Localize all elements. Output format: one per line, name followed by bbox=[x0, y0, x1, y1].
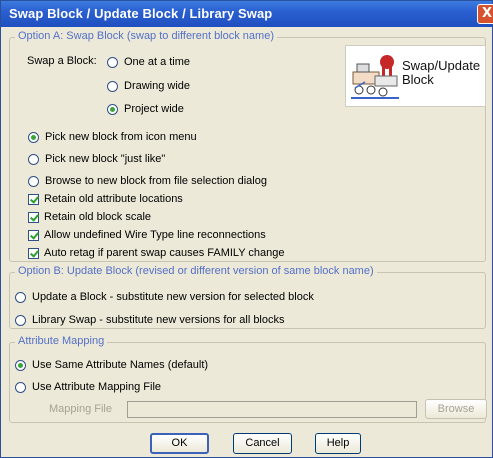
attribute-mapping-legend: Attribute Mapping bbox=[15, 335, 108, 347]
radio-button[interactable] bbox=[15, 381, 26, 393]
radio-drawing-wide[interactable]: Drawing wide bbox=[107, 80, 190, 92]
checkbox-label: Retain old block scale bbox=[44, 211, 152, 223]
radio-label: Project wide bbox=[124, 103, 184, 115]
checkbox-label: Allow undefined Wire Type line reconnect… bbox=[44, 229, 266, 241]
radio-label: Use Attribute Mapping File bbox=[32, 381, 162, 393]
dialog-window: Swap Block / Update Block / Library Swap… bbox=[0, 0, 493, 458]
radio-label: Browse to new block from file selection … bbox=[45, 175, 267, 187]
radio-label: One at a time bbox=[124, 56, 191, 68]
checkbox-label: Retain old attribute locations bbox=[44, 193, 183, 205]
swap-a-block-label: Swap a Block: bbox=[27, 55, 97, 67]
radio-pick-from-icon-menu[interactable]: Pick new block from icon menu bbox=[28, 131, 197, 143]
checkbox-label: Auto retag if parent swap causes FAMILY … bbox=[44, 247, 285, 259]
radio-button[interactable] bbox=[107, 56, 118, 68]
radio-button[interactable] bbox=[28, 153, 39, 165]
radio-button[interactable] bbox=[107, 80, 118, 92]
checkbox-allow-undefined-wire-type[interactable]: Allow undefined Wire Type line reconnect… bbox=[28, 229, 266, 241]
radio-browse-to-block[interactable]: Browse to new block from file selection … bbox=[28, 175, 267, 187]
checkbox[interactable] bbox=[28, 247, 39, 259]
checkbox[interactable] bbox=[28, 211, 39, 223]
radio-label: Use Same Attribute Names (default) bbox=[32, 359, 209, 371]
radio-button[interactable] bbox=[107, 103, 118, 115]
browse-button[interactable]: Browse bbox=[425, 399, 487, 419]
radio-button[interactable] bbox=[15, 359, 26, 371]
help-button[interactable]: Help bbox=[315, 433, 361, 454]
checkbox-retain-attribute-locations[interactable]: Retain old attribute locations bbox=[28, 193, 183, 205]
mapping-file-label: Mapping File bbox=[49, 403, 112, 415]
title-bar[interactable]: Swap Block / Update Block / Library Swap… bbox=[1, 1, 493, 27]
checkbox[interactable] bbox=[28, 229, 39, 241]
checkbox-retain-block-scale[interactable]: Retain old block scale bbox=[28, 211, 151, 223]
radio-one-at-a-time[interactable]: One at a time bbox=[107, 56, 190, 68]
radio-label: Pick new block "just like" bbox=[45, 153, 166, 165]
icon-caption: Swap/Update Block bbox=[402, 59, 480, 87]
swap-block-icon: Swap/Update Block bbox=[345, 45, 486, 107]
radio-same-attribute-names[interactable]: Use Same Attribute Names (default) bbox=[15, 359, 208, 371]
radio-label: Drawing wide bbox=[124, 80, 191, 92]
radio-button[interactable] bbox=[28, 131, 39, 143]
radio-pick-just-like[interactable]: Pick new block "just like" bbox=[28, 153, 165, 165]
radio-button[interactable] bbox=[15, 291, 26, 303]
icon-caption-line1: Swap/Update bbox=[402, 58, 481, 73]
icon-caption-line2: Block bbox=[402, 72, 434, 87]
window-title: Swap Block / Update Block / Library Swap bbox=[9, 6, 273, 21]
ok-button[interactable]: OK bbox=[150, 433, 209, 454]
mapping-file-input[interactable] bbox=[127, 401, 417, 418]
radio-button[interactable] bbox=[15, 314, 26, 326]
close-icon[interactable]: X bbox=[477, 4, 493, 24]
checkbox[interactable] bbox=[28, 193, 39, 205]
radio-button[interactable] bbox=[28, 175, 39, 187]
radio-library-swap[interactable]: Library Swap - substitute new versions f… bbox=[15, 314, 285, 326]
option-b-legend: Option B: Update Block (revised or diffe… bbox=[15, 265, 377, 277]
cancel-button[interactable]: Cancel bbox=[233, 433, 292, 454]
radio-project-wide[interactable]: Project wide bbox=[107, 103, 184, 115]
radio-label: Pick new block from icon menu bbox=[45, 131, 197, 143]
radio-label: Update a Block - substitute new version … bbox=[32, 291, 314, 303]
option-a-legend: Option A: Swap Block (swap to different … bbox=[15, 30, 277, 42]
radio-label: Library Swap - substitute new versions f… bbox=[32, 314, 285, 326]
radio-attribute-mapping-file[interactable]: Use Attribute Mapping File bbox=[15, 381, 161, 393]
checkbox-auto-retag[interactable]: Auto retag if parent swap causes FAMILY … bbox=[28, 247, 285, 259]
radio-update-a-block[interactable]: Update a Block - substitute new version … bbox=[15, 291, 314, 303]
swap-block-icon-graphic bbox=[351, 55, 399, 99]
